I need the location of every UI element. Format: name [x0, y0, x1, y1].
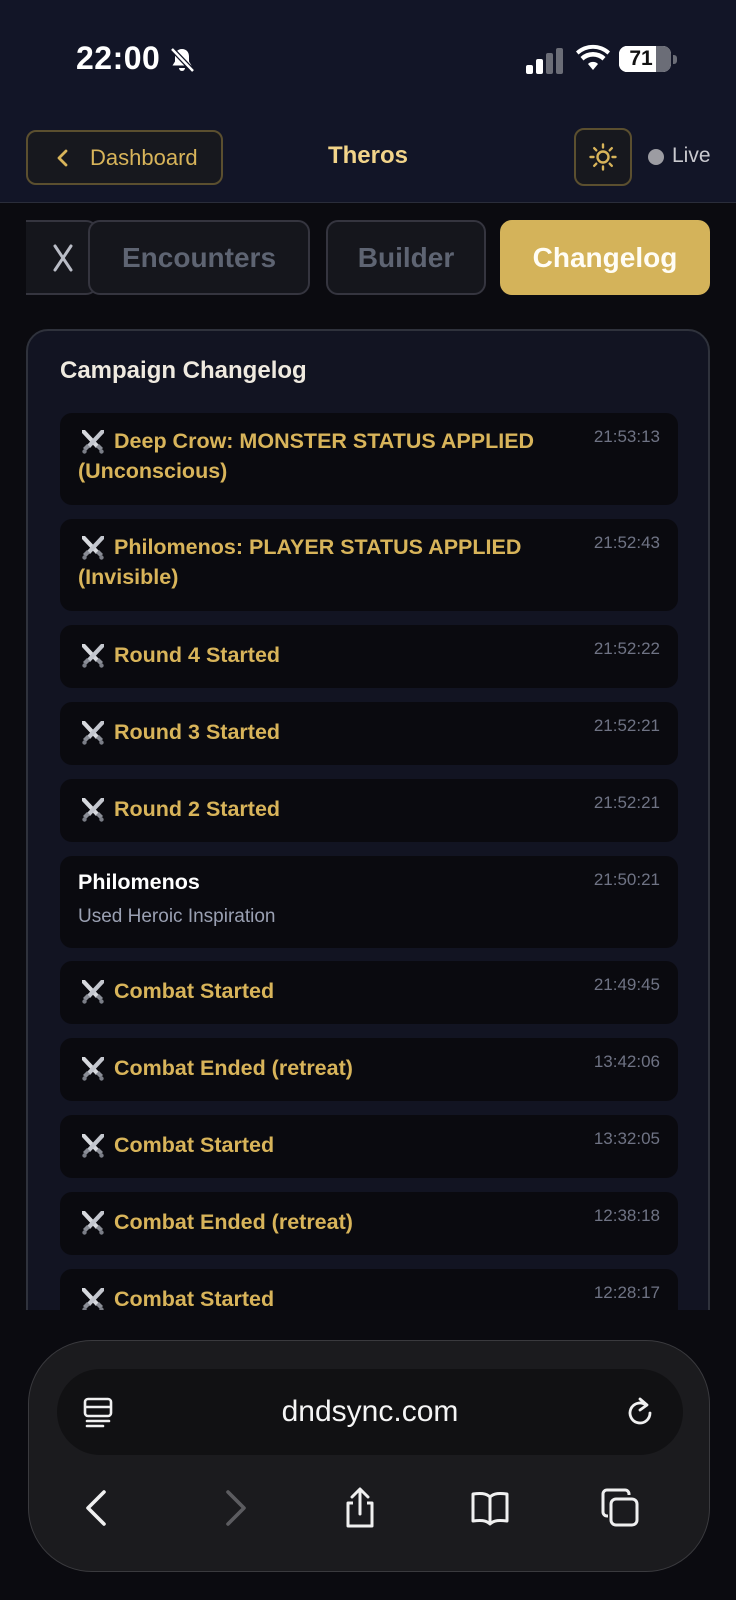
tabs-icon[interactable]: [599, 1487, 641, 1529]
back-arrow-icon[interactable]: [77, 1487, 119, 1529]
list-item: Deep Crow: MONSTER STATUS APPLIED (Uncon…: [60, 413, 678, 505]
changelog-title: Campaign Changelog: [60, 357, 307, 384]
share-icon[interactable]: [339, 1487, 381, 1529]
list-item: Combat Ended (retreat) 13:42:06: [60, 1038, 678, 1101]
cellular-signal-icon: [526, 48, 563, 74]
live-status-label: Live: [672, 144, 711, 167]
changelog-entry-text: Round 2 Started: [114, 797, 281, 821]
changelog-entry-text: Round 4 Started: [114, 643, 281, 667]
changelog-entry-time: 21:52:21: [593, 793, 660, 812]
battery-indicator: 71: [619, 46, 671, 72]
changelog-entry-detail: Used Heroic Inspiration: [78, 906, 276, 927]
bell-muted-icon: [170, 47, 195, 73]
list-item: Combat Ended (retreat) 12:38:18: [60, 1192, 678, 1255]
forward-arrow-icon[interactable]: [213, 1487, 255, 1529]
url-text: dndsync.com: [281, 1395, 459, 1428]
status-bar: 22:00 71: [0, 0, 736, 120]
changelog-entry-player: Philomenos: [78, 870, 200, 894]
battery-percent: 71: [629, 47, 653, 70]
list-item: Round 4 Started 21:52:22: [60, 625, 678, 688]
reload-icon[interactable]: [623, 1395, 657, 1429]
app-header: Dashboard Theros Live: [0, 124, 736, 196]
changelog-entry-text: Combat Started: [114, 1133, 275, 1157]
changelog-entry-time: 21:53:13: [593, 427, 660, 446]
list-item: Philomenos Used Heroic Inspiration 21:50…: [60, 856, 678, 948]
changelog-entry-text: Combat Ended (retreat): [114, 1056, 353, 1080]
list-item: Philomenos: PLAYER STATUS APPLIED (Invis…: [60, 519, 678, 611]
changelog-entry-text: Deep Crow: MONSTER STATUS APPLIED (Uncon…: [78, 429, 535, 483]
live-status-dot: [648, 149, 664, 165]
changelog-entry-time: 21:49:45: [593, 975, 660, 994]
list-item: Combat Started 21:49:45: [60, 961, 678, 1024]
battery-cap: [673, 55, 677, 64]
list-item: Round 2 Started 21:52:21: [60, 779, 678, 842]
address-bar[interactable]: dndsync.com: [57, 1369, 683, 1455]
changelog-entry-text: Combat Ended (retreat): [114, 1210, 353, 1234]
changelog-entry-text: Philomenos: PLAYER STATUS APPLIED (Invis…: [78, 535, 522, 589]
changelog-entry-time: 13:42:06: [593, 1052, 660, 1071]
sword-icon: [53, 244, 73, 271]
changelog-entry-time: 12:38:18: [593, 1206, 660, 1225]
tab-changelog[interactable]: Changelog: [500, 220, 710, 295]
bookmarks-icon[interactable]: [469, 1487, 511, 1529]
changelog-entry-text: Round 3 Started: [114, 720, 281, 744]
changelog-entry-text: Combat Started: [114, 979, 275, 1003]
list-item: Round 3 Started 21:52:21: [60, 702, 678, 765]
browser-toolbar: dndsync.com: [28, 1340, 710, 1572]
changelog-entry-time: 13:32:05: [593, 1129, 660, 1148]
changelog-entry-time: 12:28:17: [593, 1283, 660, 1302]
tab-bar: Encounters Builder Changelog: [26, 220, 710, 296]
status-time: 22:00: [76, 40, 161, 76]
list-item: Combat Started 13:32:05: [60, 1115, 678, 1178]
changelog-entry-time: 21:50:21: [593, 870, 660, 889]
wifi-icon: [576, 44, 610, 70]
changelog-entry-time: 21:52:21: [593, 716, 660, 735]
tab-builder[interactable]: Builder: [326, 220, 486, 295]
changelog-entry-time: 21:52:43: [593, 533, 660, 552]
sun-icon: [589, 143, 617, 171]
tab-encounters[interactable]: Encounters: [88, 220, 310, 295]
changelog-entry-time: 21:52:22: [593, 639, 660, 658]
theme-toggle-button[interactable]: [574, 128, 632, 186]
